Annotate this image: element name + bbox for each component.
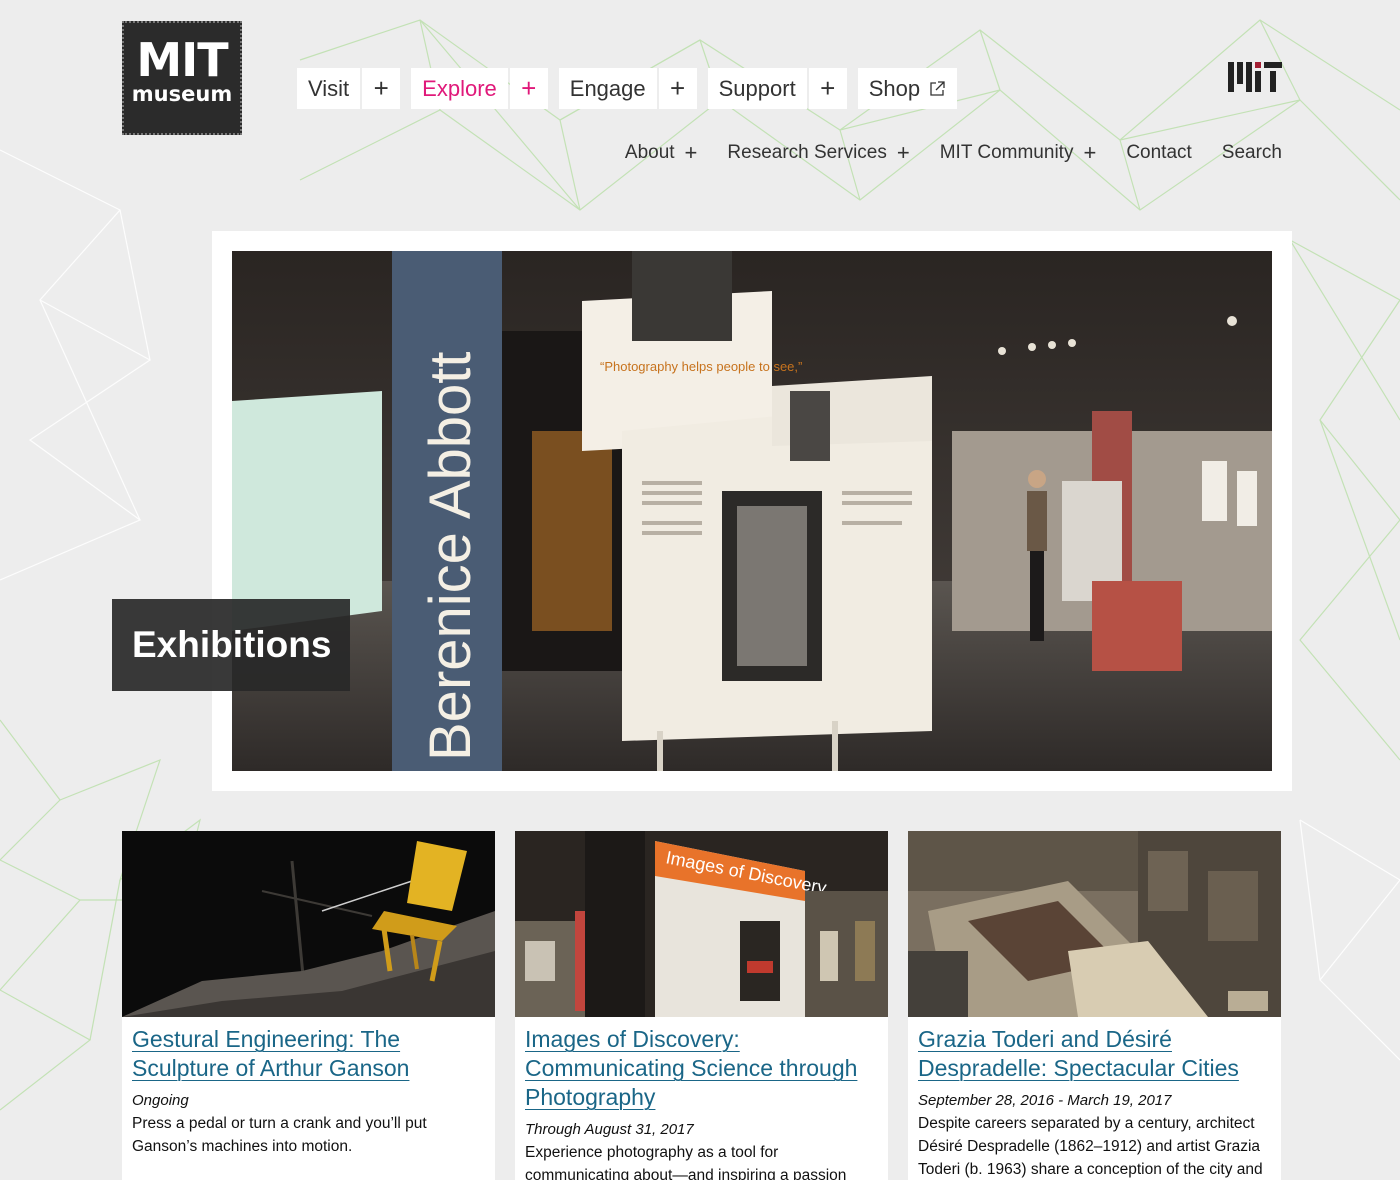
nav-visit-expand-button[interactable]: + xyxy=(362,68,401,109)
exhibition-card[interactable]: Gestural Engineering: The Sculpture of A… xyxy=(122,831,495,1180)
hero-image[interactable]: Berenice Abbott “Photography helps peopl… xyxy=(232,251,1272,771)
nav-explore-expand-button[interactable]: + xyxy=(509,68,548,109)
exhibition-card[interactable]: Grazia Toderi and Désiré Despradelle: Sp… xyxy=(908,831,1281,1180)
nav-engage-expand-button[interactable]: + xyxy=(658,68,697,109)
util-contact[interactable]: Contact xyxy=(1126,140,1191,166)
util-mit-community-label: MIT Community xyxy=(939,142,1074,163)
nav-group-shop: Shop xyxy=(857,68,958,109)
hero-section-label[interactable]: Exhibitions xyxy=(112,599,350,691)
exhibition-cards: Gestural Engineering: The Sculpture of A… xyxy=(122,831,1281,1180)
card-image[interactable]: Images of Discovery xyxy=(515,831,888,1017)
nav-shop-label: Shop xyxy=(868,75,921,101)
hero-exhibit-photo: Berenice Abbott “Photography helps peopl… xyxy=(232,251,1272,771)
images-of-discovery-image: Images of Discovery xyxy=(515,831,888,1017)
logo-museum-text: museum xyxy=(131,82,233,106)
card-description: Despite careers separated by a century, … xyxy=(918,1115,1263,1178)
card-title-link[interactable]: Grazia Toderi and Désiré Despradelle: Sp… xyxy=(918,1025,1271,1083)
util-search[interactable]: Search xyxy=(1222,140,1282,166)
util-about[interactable]: About + xyxy=(625,140,698,166)
exhibition-card[interactable]: Images of Discovery Images of Discovery:… xyxy=(515,831,888,1180)
hero-frame: Berenice Abbott “Photography helps peopl… xyxy=(212,231,1292,791)
hero-panel-quote: “Photography helps people to see,” xyxy=(600,359,802,374)
card-description: Experience photography as a tool for com… xyxy=(525,1144,847,1180)
util-mit-community-expand-icon[interactable]: + xyxy=(1083,140,1096,166)
spectacular-cities-image xyxy=(908,831,1281,1017)
nav-support-expand-button[interactable]: + xyxy=(808,68,847,109)
card-date: Ongoing xyxy=(132,1092,189,1109)
logo-mit-text: MIT xyxy=(136,33,228,87)
nav-group-visit: Visit + xyxy=(297,68,401,109)
nav-group-explore: Explore + xyxy=(411,68,548,109)
nav-group-engage: Engage + xyxy=(558,68,697,109)
util-about-label: About xyxy=(624,142,675,163)
nav-shop[interactable]: Shop xyxy=(857,68,958,109)
card-date: September 28, 2016 - March 19, 2017 xyxy=(918,1092,1172,1109)
util-mit-community[interactable]: MIT Community + xyxy=(940,140,1097,166)
mit-logo-icon[interactable] xyxy=(1228,62,1282,92)
card-description: Press a pedal or turn a crank and you’ll… xyxy=(132,1115,427,1155)
hero-wall-text: Berenice Abbott xyxy=(418,351,483,761)
card-date: Through August 31, 2017 xyxy=(525,1121,694,1138)
nav-group-support: Support + xyxy=(707,68,847,109)
utility-navigation: About + Research Services + MIT Communit… xyxy=(625,140,1282,166)
nav-support[interactable]: Support xyxy=(707,68,807,109)
nav-visit[interactable]: Visit xyxy=(297,68,361,109)
card-image[interactable] xyxy=(908,831,1281,1017)
util-research-services[interactable]: Research Services + xyxy=(727,140,909,166)
card-image[interactable] xyxy=(122,831,495,1017)
util-research-services-expand-icon[interactable]: + xyxy=(897,140,910,166)
mit-museum-logo[interactable]: MIT museum xyxy=(122,21,242,135)
util-about-expand-icon[interactable]: + xyxy=(685,140,698,166)
nav-explore[interactable]: Explore xyxy=(411,68,508,109)
util-research-services-label: Research Services xyxy=(727,142,887,163)
external-link-icon xyxy=(930,80,945,96)
main-navigation: Visit + Explore + Engage + Support + Sho… xyxy=(297,68,958,109)
card-title-link[interactable]: Gestural Engineering: The Sculpture of A… xyxy=(132,1025,485,1083)
nav-engage[interactable]: Engage xyxy=(558,68,657,109)
ganson-chair-image xyxy=(122,831,495,1017)
card-title-link[interactable]: Images of Discovery: Communicating Scien… xyxy=(525,1025,878,1112)
